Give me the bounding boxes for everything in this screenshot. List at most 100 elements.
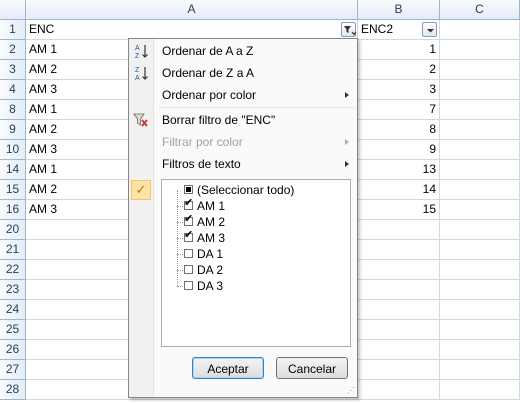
cell-b[interactable]: 3	[358, 80, 440, 100]
cell-b[interactable]: 7	[358, 100, 440, 120]
cell-b[interactable]: 1	[358, 40, 440, 60]
row-header[interactable]: 22	[0, 260, 26, 280]
filter-value-item[interactable]: DA 3	[162, 278, 348, 294]
row-header[interactable]: 9	[0, 120, 26, 140]
row-header[interactable]: 21	[0, 240, 26, 260]
row-header[interactable]: 24	[0, 300, 26, 320]
row-header[interactable]: 1	[0, 20, 26, 40]
checkmark-icon: ✔	[184, 197, 194, 209]
cell-b[interactable]	[358, 220, 440, 240]
cell-c[interactable]	[440, 300, 520, 320]
cell-c[interactable]	[440, 120, 520, 140]
cell-b[interactable]: 2	[358, 60, 440, 80]
checkbox[interactable]	[184, 265, 193, 274]
checkbox[interactable]: ✔	[184, 214, 193, 226]
menu-item-sort-by-color[interactable]: Ordenar por color	[129, 84, 357, 106]
filter-value-label: (Seleccionar todo)	[197, 183, 295, 197]
row-header[interactable]: 28	[0, 380, 26, 400]
checkbox[interactable]: ✔	[184, 197, 194, 210]
cell-c[interactable]	[440, 160, 520, 180]
row-header[interactable]: 4	[0, 80, 26, 100]
row-header[interactable]: 25	[0, 320, 26, 340]
cell-b[interactable]	[358, 280, 440, 300]
cell-c[interactable]	[440, 360, 520, 380]
cell-b[interactable]	[358, 300, 440, 320]
partial-check-icon	[186, 187, 191, 192]
filter-value-item[interactable]: DA 1	[162, 246, 348, 262]
menu-item-sort-az[interactable]: A Z Ordenar de A a Z	[129, 40, 357, 62]
row-header[interactable]: 10	[0, 140, 26, 160]
checkbox[interactable]	[184, 249, 193, 258]
filter-value-item[interactable]: DA 2	[162, 262, 348, 278]
filter-dropdown-button[interactable]	[422, 22, 437, 37]
cell-b[interactable]	[358, 360, 440, 380]
cell-c[interactable]	[440, 80, 520, 100]
cell-b[interactable]	[358, 240, 440, 260]
cell-b[interactable]: 13	[358, 160, 440, 180]
cell-b[interactable]	[358, 340, 440, 360]
row-header[interactable]: 15	[0, 180, 26, 200]
cell-c[interactable]	[440, 20, 520, 40]
autofilter-menu: A Z Ordenar de A a Z Z A Ordenar de Z a …	[128, 38, 358, 398]
cell-c[interactable]	[440, 140, 520, 160]
column-header-a[interactable]: A	[26, 0, 358, 20]
row-header[interactable]: 3	[0, 60, 26, 80]
resize-grip-icon[interactable]: ⋰	[347, 387, 355, 395]
filter-values-list[interactable]: (Seleccionar todo) ✔ AM 1 ✔ AM 2 ✔ AM 3 DA 1 DA …	[161, 179, 351, 347]
checkbox[interactable]	[184, 281, 193, 290]
menu-item-sort-za[interactable]: Z A Ordenar de Z a A	[129, 62, 357, 84]
row-header[interactable]: 16	[0, 200, 26, 220]
filter-value-item[interactable]: ✔ AM 3	[162, 230, 348, 246]
column-header-c[interactable]: C	[440, 0, 520, 20]
select-all-item[interactable]: (Seleccionar todo)	[162, 182, 348, 198]
row-header[interactable]: 23	[0, 280, 26, 300]
sort-za-icon-bottom: A	[135, 75, 140, 81]
clear-filter-label: Borrar filtro de "ENC"	[162, 113, 276, 127]
filter-value-item[interactable]: ✔ AM 1	[162, 198, 348, 214]
filter-by-color-label: Filtrar por color	[162, 135, 243, 149]
cell-b[interactable]: 15	[358, 200, 440, 220]
cell-c[interactable]	[440, 100, 520, 120]
menu-item-clear-filter[interactable]: Borrar filtro de "ENC"	[129, 109, 357, 131]
cancel-button[interactable]: Cancelar	[276, 357, 348, 379]
menu-item-text-filters[interactable]: Filtros de texto	[129, 153, 357, 175]
filter-active-button[interactable]	[341, 22, 357, 37]
cell-b[interactable]: 14	[358, 180, 440, 200]
cell-c[interactable]	[440, 260, 520, 280]
cell-b[interactable]	[358, 260, 440, 280]
row-header[interactable]: 20	[0, 220, 26, 240]
row-header[interactable]: 2	[0, 40, 26, 60]
cell-c[interactable]	[440, 220, 520, 240]
cell-b[interactable]	[358, 320, 440, 340]
cell-c[interactable]	[440, 60, 520, 80]
accept-button[interactable]: Aceptar	[192, 357, 264, 379]
sort-descending-icon: Z A	[133, 65, 149, 82]
filter-value-label: AM 3	[197, 231, 226, 245]
sort-az-label: Ordenar de A a Z	[162, 44, 254, 58]
cell-c[interactable]	[440, 40, 520, 60]
select-all-corner[interactable]	[0, 0, 26, 20]
row-header[interactable]: 26	[0, 340, 26, 360]
cell-c[interactable]	[440, 320, 520, 340]
column-header-b[interactable]: B	[358, 0, 440, 20]
filter-value-label: DA 2	[197, 263, 224, 277]
filter-value-item[interactable]: ✔ AM 2	[162, 214, 348, 230]
cell-c[interactable]	[440, 200, 520, 220]
row-header[interactable]: 27	[0, 360, 26, 380]
row-header[interactable]: 8	[0, 100, 26, 120]
cell-c[interactable]	[440, 280, 520, 300]
filter-value-label: DA 1	[197, 247, 224, 261]
menu-item-filter-by-color: Filtrar por color	[129, 131, 357, 153]
cell-c[interactable]	[440, 340, 520, 360]
cell-c[interactable]	[440, 240, 520, 260]
cell-b[interactable]: 9	[358, 140, 440, 160]
cell-b[interactable]	[358, 380, 440, 400]
cell-c[interactable]	[440, 380, 520, 400]
checkbox[interactable]: ✔	[184, 230, 193, 242]
submenu-arrow-icon	[345, 139, 349, 145]
row-header[interactable]: 14	[0, 160, 26, 180]
cell-a[interactable]: ENC	[26, 20, 358, 40]
checkbox[interactable]	[184, 185, 193, 194]
cell-b[interactable]: 8	[358, 120, 440, 140]
cell-c[interactable]	[440, 180, 520, 200]
